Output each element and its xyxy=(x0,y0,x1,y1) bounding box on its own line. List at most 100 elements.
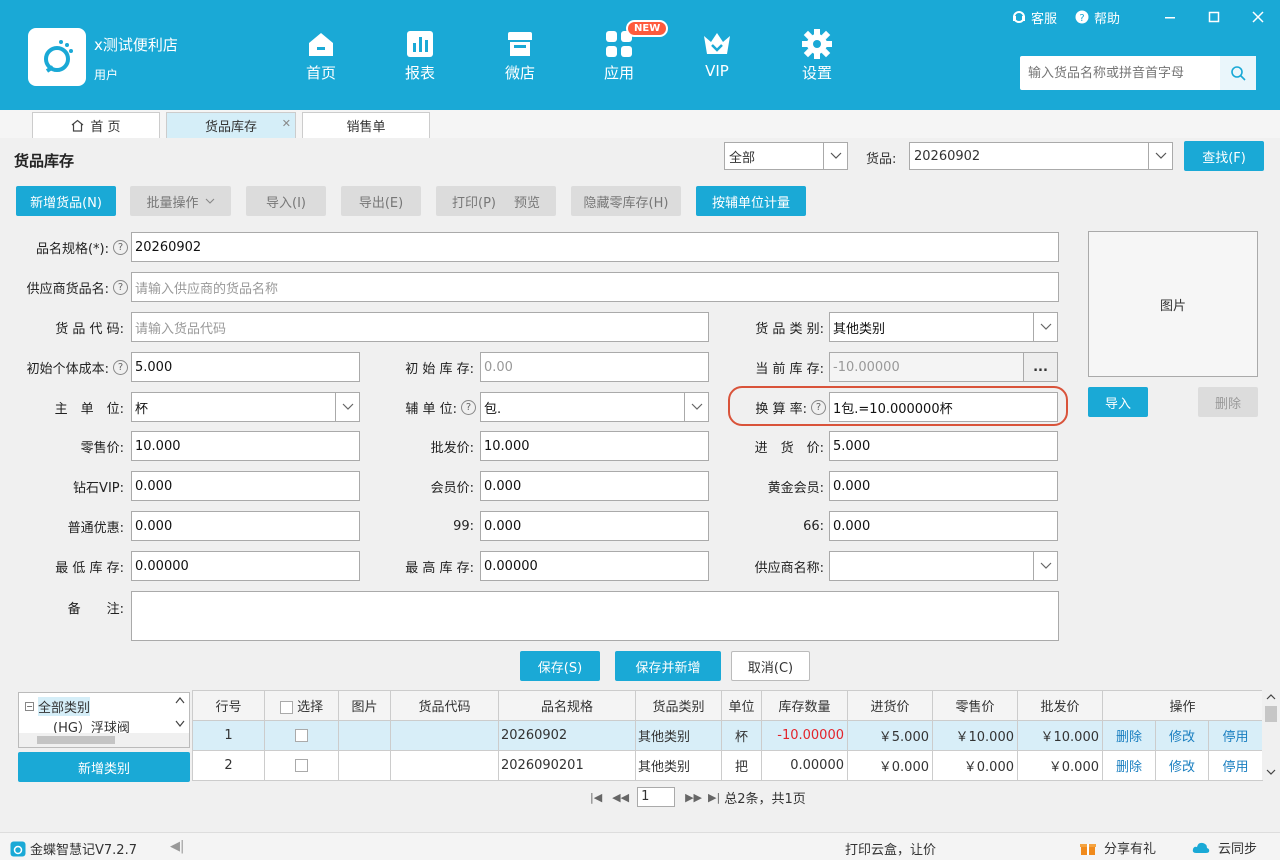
col-header-select-label: 选择 xyxy=(297,700,324,715)
search-button[interactable] xyxy=(1220,56,1256,90)
page-number-input[interactable]: 1 xyxy=(637,787,676,807)
image-delete-button[interactable]: 删除 xyxy=(1198,387,1258,417)
preview-button[interactable]: 预览 xyxy=(514,192,540,211)
add-category-button[interactable]: 新增类别 xyxy=(18,752,190,782)
supplier-name-select[interactable] xyxy=(829,551,1058,581)
col-header-retail[interactable]: 零售价 xyxy=(932,690,1018,721)
close-button[interactable] xyxy=(1236,11,1280,23)
export-button[interactable]: 导出(E) xyxy=(341,186,421,216)
row-select-cell[interactable] xyxy=(264,720,339,751)
speaker-icon[interactable]: ◀| xyxy=(170,839,184,854)
row-checkbox[interactable] xyxy=(295,729,308,742)
goods-code-input[interactable]: 请输入货品代码 xyxy=(131,312,709,342)
save-and-new-button[interactable]: 保存并新增 xyxy=(615,651,721,681)
tree-item-root[interactable]: − 全部类别 xyxy=(25,697,91,716)
tab-close-icon[interactable]: ✕ xyxy=(282,117,291,130)
save-button[interactable]: 保存(S) xyxy=(520,651,600,681)
aux-unit-select[interactable]: 包. xyxy=(480,392,709,422)
table-row[interactable]: 2 2026090201 其他类别 把 0.00000 ￥0.000 ￥0.00… xyxy=(192,750,1264,781)
batch-operations-button[interactable]: 批量操作 xyxy=(130,186,231,216)
col-header-row-no[interactable]: 行号 xyxy=(192,690,265,721)
help-link[interactable]: ? 帮助 xyxy=(1075,8,1120,27)
row-delete-link[interactable]: 删除 xyxy=(1102,720,1156,751)
filter-select[interactable]: 全部 xyxy=(724,142,848,170)
row-select-cell[interactable] xyxy=(264,750,339,781)
print-box-ad[interactable]: 打印云盒，让价 xyxy=(845,839,936,858)
help-icon[interactable]: ? xyxy=(113,279,128,295)
nav-settings[interactable]: 设置 xyxy=(782,28,852,83)
service-link[interactable]: 客服 xyxy=(1012,8,1057,27)
version-label: 金蝶智慧记V7.2.7 xyxy=(30,843,137,858)
minimize-button[interactable] xyxy=(1148,11,1192,23)
main-unit-select[interactable]: 杯 xyxy=(131,392,360,422)
min-stock-input[interactable]: 0.00000 xyxy=(131,551,360,581)
tab-sales-order[interactable]: 销售单 xyxy=(302,112,430,138)
price-99-input[interactable]: 0.000 xyxy=(480,511,709,541)
col-header-stock[interactable]: 库存数量 xyxy=(761,690,848,721)
remark-textarea[interactable] xyxy=(131,591,1059,641)
hide-zero-stock-button[interactable]: 隐藏零库存(H) xyxy=(571,186,681,216)
nav-shop[interactable]: 微店 xyxy=(485,28,555,83)
aux-unit-measure-button[interactable]: 按辅单位计量 xyxy=(696,186,806,216)
cloud-sync-link[interactable]: 云同步 xyxy=(1192,838,1257,857)
col-header-purchase[interactable]: 进货价 xyxy=(847,690,933,721)
prev-page-icon[interactable]: ◀◀ xyxy=(612,791,629,804)
tree-hscrollbar[interactable] xyxy=(19,733,189,747)
gold-member-input[interactable]: 0.000 xyxy=(829,471,1058,501)
goods-filter-select[interactable]: 20260902 xyxy=(909,142,1173,170)
diamond-vip-input[interactable]: 0.000 xyxy=(131,471,360,501)
col-header-select[interactable]: 选择 xyxy=(264,690,339,721)
col-header-unit[interactable]: 单位 xyxy=(721,690,762,721)
init-stock-input[interactable]: 0.00 xyxy=(480,352,709,382)
help-icon[interactable]: ? xyxy=(113,359,128,375)
tree-vscrollbar[interactable] xyxy=(173,693,187,733)
row-edit-link[interactable]: 修改 xyxy=(1155,720,1209,751)
search-input[interactable] xyxy=(1020,56,1220,90)
col-header-wholesale[interactable]: 批发价 xyxy=(1017,690,1103,721)
price-66-input[interactable]: 0.000 xyxy=(829,511,1058,541)
supplier-goods-input[interactable]: 请输入供应商的货品名称 xyxy=(131,272,1059,302)
row-edit-link[interactable]: 修改 xyxy=(1155,750,1209,781)
current-stock-detail-button[interactable]: ... xyxy=(1023,353,1057,381)
select-all-checkbox[interactable] xyxy=(279,701,293,714)
import-button[interactable]: 导入(I) xyxy=(246,186,326,216)
tab-goods-stock[interactable]: 货品库存 ✕ xyxy=(166,112,296,138)
share-gift-link[interactable]: 分享有礼 xyxy=(1080,838,1156,857)
row-checkbox[interactable] xyxy=(295,759,308,772)
row-delete-link[interactable]: 删除 xyxy=(1102,750,1156,781)
collapse-icon[interactable]: − xyxy=(25,702,34,711)
find-button[interactable]: 查找(F) xyxy=(1184,141,1264,171)
retail-price-input[interactable]: 10.000 xyxy=(131,431,360,461)
maximize-button[interactable] xyxy=(1192,11,1236,23)
add-goods-button[interactable]: 新增货品(N) xyxy=(16,186,116,216)
row-disable-link[interactable]: 停用 xyxy=(1207,720,1264,751)
col-header-image[interactable]: 图片 xyxy=(338,690,391,721)
print-button[interactable]: 打印(P) xyxy=(452,192,496,211)
first-page-icon[interactable]: |◀ xyxy=(590,791,602,804)
nav-apps[interactable]: 应用 NEW xyxy=(584,20,669,83)
name-spec-input[interactable]: 20260902 xyxy=(131,232,1059,262)
help-icon[interactable]: ? xyxy=(461,399,476,415)
cancel-button[interactable]: 取消(C) xyxy=(731,651,810,681)
normal-discount-input[interactable]: 0.000 xyxy=(131,511,360,541)
next-page-icon[interactable]: ▶▶ xyxy=(685,791,702,804)
table-row[interactable]: 1 20260902 其他类别 杯 -10.00000 ￥5.000 ￥10.0… xyxy=(192,720,1264,751)
col-header-category[interactable]: 货品类别 xyxy=(635,690,722,721)
col-header-code[interactable]: 货品代码 xyxy=(390,690,499,721)
wholesale-price-input[interactable]: 10.000 xyxy=(480,431,709,461)
purchase-price-input[interactable]: 5.000 xyxy=(829,431,1058,461)
tab-home[interactable]: 首 页 xyxy=(32,112,160,138)
nav-report[interactable]: 报表 xyxy=(385,28,455,83)
nav-vip[interactable]: VIP xyxy=(682,28,752,80)
col-header-name[interactable]: 品名规格 xyxy=(498,690,636,721)
help-icon[interactable]: ? xyxy=(113,239,128,255)
goods-category-select[interactable]: 其他类别 xyxy=(829,312,1058,342)
max-stock-input[interactable]: 0.00000 xyxy=(480,551,709,581)
init-cost-input[interactable]: 5.000 xyxy=(131,352,360,382)
table-vscrollbar[interactable] xyxy=(1262,690,1280,780)
nav-home[interactable]: 首页 xyxy=(286,28,356,83)
member-price-input[interactable]: 0.000 xyxy=(480,471,709,501)
last-page-icon[interactable]: ▶| xyxy=(708,791,720,804)
row-disable-link[interactable]: 停用 xyxy=(1207,750,1264,781)
image-import-button[interactable]: 导入 xyxy=(1088,387,1148,417)
